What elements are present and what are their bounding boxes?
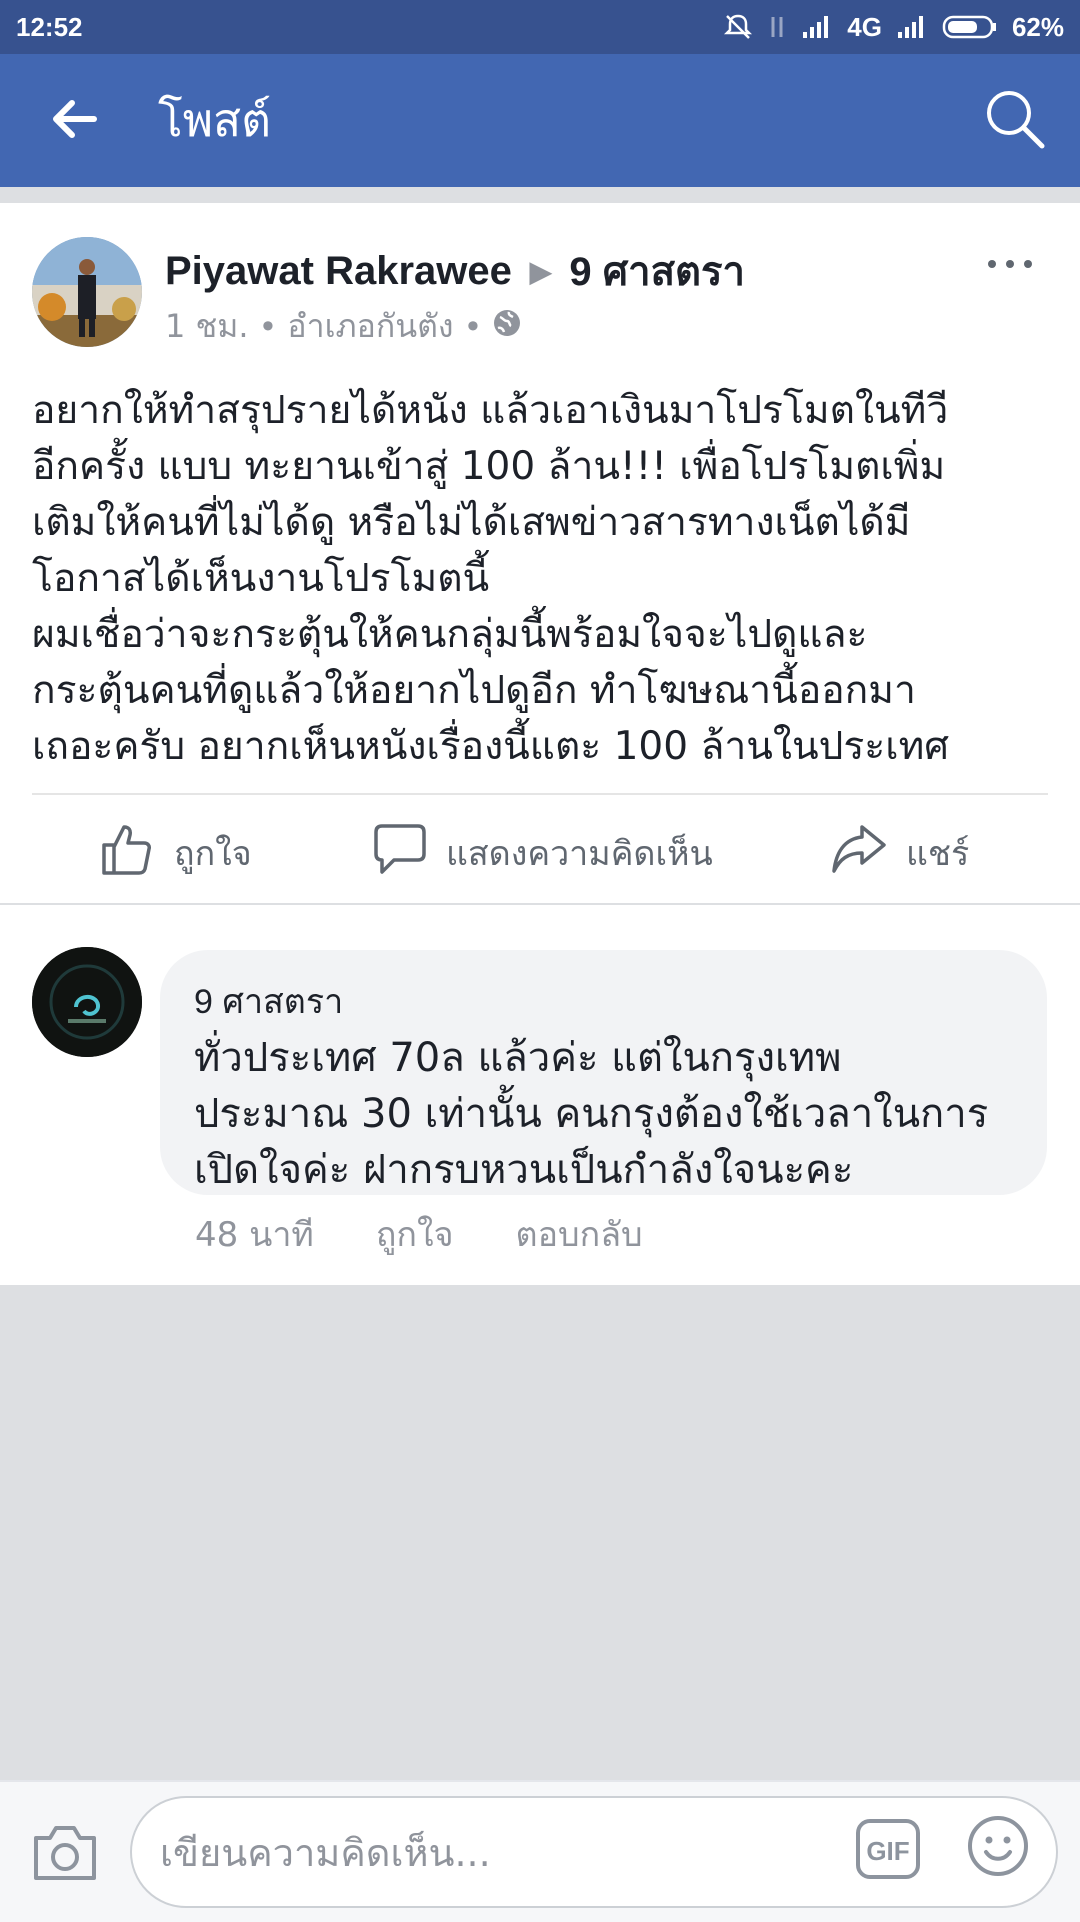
page-title: โพสต์ <box>158 93 271 147</box>
battery-icon <box>942 14 998 40</box>
comment-text: ทั่วประเทศ 70ล แล้วค่ะ แต่ในกรุงเทพ ประม… <box>194 1035 989 1193</box>
post-body: อยากให้ทำสรุปรายได้หนัง แล้วเอาเงินมาโปร… <box>32 388 950 769</box>
target-page[interactable]: 9 ศาสตรา <box>569 239 745 303</box>
comments-section: 9 ศาสตรา ทั่วประเทศ 70ล แล้วค่ะ แต่ในกรุ… <box>0 905 1080 1285</box>
camera-icon <box>30 1826 100 1888</box>
status-bar: 12:52 4G 62% <box>0 0 1080 54</box>
thumbs-up-icon <box>100 821 156 886</box>
comment-bubble[interactable]: 9 ศาสตรา ทั่วประเทศ 70ล แล้วค่ะ แต่ในกรุ… <box>160 950 1047 1195</box>
comment-composer: เขียนความคิดเห็น... GIF <box>0 1780 1080 1922</box>
post-meta: 1 ชม. • อำเภอกันตัง • <box>165 301 522 352</box>
divider <box>32 793 1048 795</box>
emoji-icon <box>966 1816 1030 1882</box>
comment-like-link[interactable]: ถูกใจ <box>376 1207 454 1261</box>
meta-separator: • <box>258 307 278 346</box>
globe-icon <box>492 308 522 346</box>
meta-separator: • <box>463 307 483 346</box>
network-type: 4G <box>847 11 882 42</box>
search-icon <box>982 86 1048 156</box>
comment-button[interactable]: แสดงความคิดเห็น <box>372 822 713 885</box>
comment-time: 48 นาที <box>195 1215 314 1255</box>
author-name[interactable]: Piyawat Rakrawee <box>165 249 512 294</box>
post-actions: ถูกใจ แสดงความคิดเห็น แชร์ <box>0 803 1080 903</box>
arrow-right-icon: ▶ <box>529 255 552 287</box>
comment-meta: 48 นาที ถูกใจ ตอบกลับ <box>195 1207 643 1261</box>
back-arrow-icon <box>50 99 100 143</box>
camera-button[interactable] <box>30 1822 100 1884</box>
emoji-button[interactable] <box>966 1814 1030 1878</box>
share-icon <box>830 823 888 884</box>
comment-label: แสดงความคิดเห็น <box>446 834 713 874</box>
post-header: Piyawat Rakrawee ▶ 9 ศาสตรา <box>165 239 745 303</box>
signal-icon <box>801 14 833 40</box>
battery-level: 62% <box>1011 11 1064 42</box>
search-button[interactable] <box>950 54 1080 187</box>
post-time[interactable]: 1 ชม. <box>165 301 249 352</box>
author-avatar[interactable] <box>32 237 142 347</box>
share-label: แชร์ <box>906 834 970 874</box>
back-button[interactable] <box>0 54 150 187</box>
status-time: 12:52 <box>16 11 83 42</box>
more-icon <box>987 254 1033 273</box>
mute-icon <box>723 13 753 41</box>
comment-reply-link[interactable]: ตอบกลับ <box>516 1207 643 1261</box>
like-label: ถูกใจ <box>174 834 252 874</box>
commenter-avatar[interactable] <box>32 947 142 1057</box>
post-location[interactable]: อำเภอกันตัง <box>287 301 453 352</box>
share-button[interactable]: แชร์ <box>830 823 969 884</box>
signal-icon <box>896 14 928 40</box>
like-button[interactable]: ถูกใจ <box>100 821 252 886</box>
gif-button[interactable]: GIF <box>855 1818 921 1880</box>
data-transfer-icon <box>767 14 787 40</box>
more-options-button[interactable] <box>980 243 1040 283</box>
gif-icon: GIF <box>855 1819 921 1884</box>
comment-placeholder: เขียนความคิดเห็น... <box>160 1830 491 1875</box>
app-bar: โพสต์ <box>0 54 1080 187</box>
svg-text:GIF: GIF <box>866 1836 909 1866</box>
commenter-name[interactable]: 9 ศาสตรา <box>194 974 1013 1028</box>
comment-icon <box>372 822 428 885</box>
post-card: Piyawat Rakrawee ▶ 9 ศาสตรา 1 ชม. • อำเภ… <box>0 203 1080 903</box>
